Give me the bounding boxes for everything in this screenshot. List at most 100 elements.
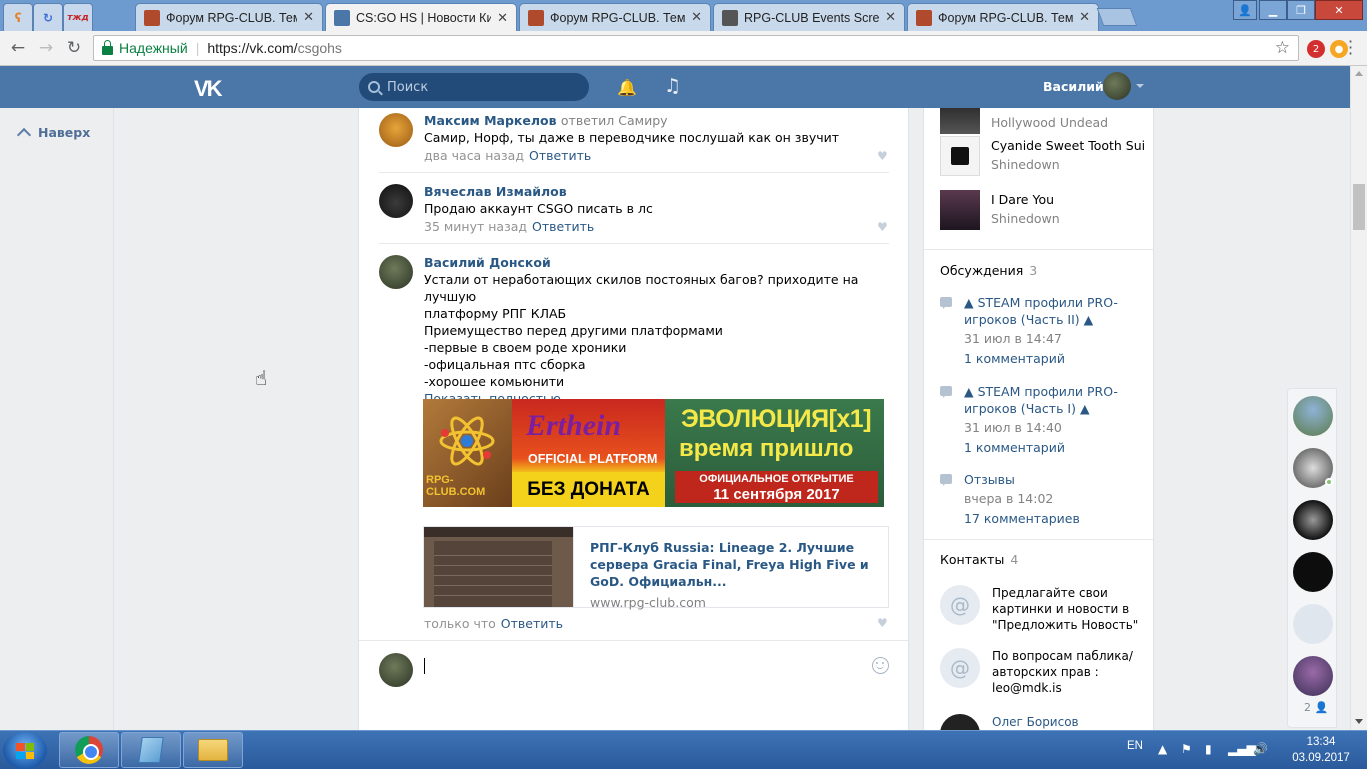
chat-avatar[interactable] <box>1293 396 1333 436</box>
comment-avatar[interactable] <box>379 255 413 289</box>
comment-author[interactable]: Вячеслав Измайлов <box>424 184 567 199</box>
search-input[interactable] <box>387 79 567 95</box>
extension-coin-icon[interactable]: ● <box>1330 40 1348 58</box>
comment-avatar[interactable] <box>379 113 413 147</box>
address-bar[interactable]: Надежный | https://vk.com/csgohs ☆ <box>93 35 1299 61</box>
user-name[interactable]: Василий <box>1043 79 1104 94</box>
user-avatar[interactable] <box>1103 72 1131 100</box>
battery-icon[interactable]: ▮ <box>1205 742 1212 756</box>
link-preview-title[interactable]: РПГ-Клуб Russia: Lineage 2. Лучшие серве… <box>590 539 872 590</box>
back-to-top-button[interactable]: Наверх <box>16 125 90 142</box>
scroll-thumb[interactable] <box>1353 184 1365 230</box>
language-indicator[interactable]: EN <box>1127 740 1143 752</box>
ad-banner-image[interactable]: RPG-CLUB.COM Erthein OFFICIAL PLATFORM Б… <box>423 399 884 507</box>
action-center-flag-icon[interactable]: ⚑ <box>1181 742 1192 756</box>
contacts-label: Контакты <box>940 552 1005 567</box>
topic-comments[interactable]: 1 комментарий <box>964 350 1065 367</box>
tab-forum-2[interactable]: Форум RPG-CLUB. Тема ✕ <box>519 3 711 31</box>
notifications-bell-icon[interactable]: 🔔 <box>617 78 637 97</box>
album-cover <box>940 136 980 176</box>
bookmark-star-icon[interactable]: ☆ <box>1275 38 1290 58</box>
topic-comments[interactable]: 1 комментарий <box>964 439 1065 456</box>
comment-time[interactable]: два часа назад <box>424 148 524 163</box>
forum-favicon-icon <box>916 9 932 26</box>
banner-no-donate: БЕЗ ДОНАТА <box>512 472 665 507</box>
discussions-header[interactable]: Обсуждения 3 <box>940 263 1037 278</box>
contact-name[interactable]: Олег Борисов <box>992 714 1147 730</box>
close-tab-icon[interactable]: ✕ <box>885 10 896 25</box>
network-signal-icon[interactable]: ▂▄▆ <box>1228 742 1256 756</box>
comment-author[interactable]: Максим Маркелов <box>424 113 557 128</box>
link-preview-card[interactable]: РПГ-Клуб Russia: Lineage 2. Лучшие серве… <box>423 526 889 610</box>
topic-comments[interactable]: 17 комментариев <box>964 510 1080 527</box>
close-tab-icon[interactable]: ✕ <box>497 11 508 26</box>
thumbnail-row <box>434 581 552 586</box>
vk-logo[interactable]: VK <box>194 76 223 102</box>
tab-forum-3[interactable]: Форум RPG-CLUB. Тема ✕ <box>907 3 1099 31</box>
profile-icon[interactable]: 👤 <box>1233 0 1257 20</box>
topic-title[interactable]: ▲ STEAM профили PRO-игроков (Часть I) ▲ <box>964 383 1144 417</box>
chat-avatar[interactable] <box>1293 656 1333 696</box>
close-tab-icon[interactable]: ✕ <box>691 10 702 25</box>
back-arrow-icon[interactable]: ← <box>7 37 29 59</box>
contacts-header[interactable]: Контакты 4 <box>940 552 1018 567</box>
topic-title[interactable]: ▲ STEAM профили PRO-игроков (Часть II) ▲ <box>964 294 1144 328</box>
forward-arrow-icon[interactable]: → <box>35 37 57 59</box>
comment-meta: только что Ответить <box>424 615 889 632</box>
chrome-menu-icon[interactable]: · · · <box>1348 34 1353 62</box>
search-box[interactable] <box>359 73 589 101</box>
comment-author[interactable]: Василий Донской <box>424 255 551 270</box>
new-tab-button[interactable] <box>1096 8 1138 26</box>
pinned-tab-2[interactable]: ↻ <box>33 3 63 31</box>
system-clock[interactable]: 13:34 03.09.2017 <box>1286 734 1356 766</box>
comment-time[interactable]: только что <box>424 616 496 631</box>
close-tab-icon[interactable]: ✕ <box>303 10 314 25</box>
comment-replied-to[interactable]: ответил Самиру <box>561 113 668 128</box>
taskbar-explorer[interactable] <box>183 732 243 768</box>
windows-taskbar: EN ▲ ⚑ ▮ ▂▄▆ 🔊 13:34 03.09.2017 <box>0 730 1367 769</box>
scroll-up-arrow-icon[interactable] <box>1355 71 1363 76</box>
comment-compose[interactable] <box>379 653 889 693</box>
track-artist[interactable]: Hollywood Undead <box>991 115 1108 130</box>
start-button[interactable] <box>3 732 47 769</box>
left-gutter: Наверх <box>0 108 114 730</box>
extension-icon[interactable]: 2 <box>1307 40 1325 58</box>
show-hidden-icons-chevron-icon[interactable]: ▲ <box>1158 742 1167 756</box>
reply-button[interactable]: Ответить <box>529 148 591 163</box>
comment-avatar[interactable] <box>379 184 413 218</box>
close-tab-icon[interactable]: ✕ <box>1079 10 1090 25</box>
chat-avatar[interactable] <box>1293 500 1333 540</box>
close-window-button[interactable]: ✕ <box>1315 0 1363 20</box>
comment-time[interactable]: 35 минут назад <box>424 219 527 234</box>
at-sign-icon: @ <box>940 585 980 625</box>
like-heart-icon[interactable]: ♥ <box>877 617 889 629</box>
events-favicon-icon <box>722 9 738 26</box>
pinned-tab-3[interactable]: тжд <box>63 3 93 31</box>
pinned-tab-1[interactable]: ʕ <box>3 3 33 31</box>
chat-avatar[interactable] <box>1293 552 1333 592</box>
minimize-button[interactable]: ▁ <box>1259 0 1287 20</box>
like-heart-icon[interactable]: ♥ <box>877 150 889 162</box>
scroll-down-arrow-icon[interactable] <box>1355 719 1363 724</box>
taskbar-notepad[interactable] <box>121 732 181 768</box>
music-note-icon[interactable]: ♫ <box>664 75 681 97</box>
maximize-button[interactable]: ❐ <box>1287 0 1315 20</box>
tab-forum-1[interactable]: Форум RPG-CLUB. Тема ✕ <box>135 3 323 31</box>
reload-icon[interactable]: ↻ <box>63 37 85 59</box>
chat-avatar-default[interactable] <box>1293 604 1333 644</box>
chat-more-count[interactable]: 2 👤 <box>1304 701 1328 714</box>
track-artist[interactable]: Shinedown <box>991 211 1060 226</box>
vk-header: VK 🔔 ♫ Василий <box>0 66 1350 108</box>
reply-button[interactable]: Ответить <box>501 616 563 631</box>
track-artist[interactable]: Shinedown <box>991 157 1060 172</box>
topic-title[interactable]: Отзывы <box>964 471 1144 488</box>
tab-events-screen[interactable]: RPG-CLUB Events Screen ✕ <box>713 3 905 31</box>
emoji-smile-icon[interactable] <box>872 657 889 674</box>
chevron-down-icon[interactable] <box>1136 84 1144 88</box>
taskbar-chrome[interactable] <box>59 732 119 768</box>
page-scrollbar[interactable] <box>1350 66 1367 730</box>
volume-speaker-icon[interactable]: 🔊 <box>1253 742 1268 756</box>
like-heart-icon[interactable]: ♥ <box>877 221 889 233</box>
tab-vk-csgohs[interactable]: CS:GO HS | Новости Кибе ✕ <box>325 3 517 32</box>
reply-button[interactable]: Ответить <box>532 219 594 234</box>
